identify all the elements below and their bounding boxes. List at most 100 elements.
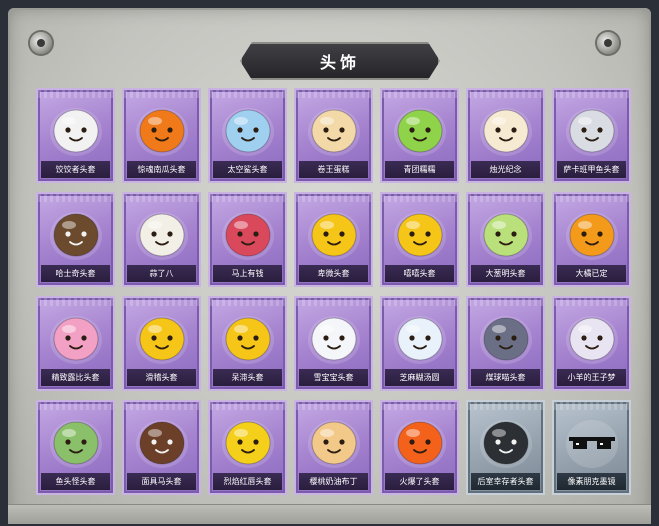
left-corner-ornament-icon: [30, 32, 52, 54]
item-label: 大葱明头套: [485, 269, 526, 278]
yellow-face-head-icon: [307, 212, 360, 260]
item-label: 雪宝宝头套: [313, 373, 354, 382]
item-label-bar: 卷王蛋糕: [299, 161, 368, 178]
item-label-bar: 煤球喵头套: [471, 369, 540, 386]
headwear-item[interactable]: 滑稽头套: [122, 296, 201, 391]
headwear-item[interactable]: 青团糯糯: [380, 88, 459, 183]
snowman-head-icon: [307, 316, 360, 364]
item-label-bar: 青团糯糯: [385, 161, 454, 178]
item-label-bar: 饺饺者头套: [41, 161, 110, 178]
item-label-bar: 烛光纪念: [471, 161, 540, 178]
green-rice-ball-head-icon: [393, 108, 446, 156]
item-label: 大橘已定: [575, 269, 608, 278]
headwear-item[interactable]: 大葱明头套: [466, 192, 545, 287]
fire-head-icon: [393, 420, 446, 468]
right-corner-ornament-icon: [597, 32, 619, 54]
item-label-bar: 像素朋克墨镜: [557, 473, 626, 490]
item-label: 精致露比头套: [51, 373, 100, 382]
item-label: 小羊的王子梦: [567, 373, 616, 382]
headwear-item[interactable]: 小羊的王子梦: [552, 296, 631, 391]
headwear-item[interactable]: 像素朋克墨镜: [552, 400, 631, 495]
headwear-item[interactable]: 嘻嘻头套: [380, 192, 459, 287]
black-cat-head-icon: [479, 316, 532, 364]
headwear-item[interactable]: 哈士奇头套: [36, 192, 115, 287]
item-label: 蒜了八: [149, 269, 174, 278]
grin-face-head-icon: [393, 212, 446, 260]
garlic-head-icon: [135, 212, 188, 260]
item-label: 滑稽头套: [145, 373, 178, 382]
item-label-bar: 卑微头套: [299, 265, 368, 282]
item-label-bar: 滑稽头套: [127, 369, 196, 386]
item-label: 卑微头套: [317, 269, 350, 278]
item-label-bar: 面具马头套: [127, 473, 196, 490]
headwear-item[interactable]: 蒜了八: [122, 192, 201, 287]
item-label: 太空鲨头套: [227, 165, 268, 174]
headwear-item[interactable]: 卑微头套: [294, 192, 373, 287]
item-label: 嘻嘻头套: [403, 269, 436, 278]
pumpkin-head-icon: [135, 108, 188, 156]
item-label-bar: 小羊的王子梦: [557, 369, 626, 386]
item-label-bar: 精致露比头套: [41, 369, 110, 386]
gas-mask-head-icon: [479, 420, 532, 468]
headwear-item[interactable]: 芝麻糊汤圆: [380, 296, 459, 391]
sheep-head-icon: [565, 316, 618, 364]
item-label-bar: 大葱明头套: [471, 265, 540, 282]
item-label: 樱桃奶油布丁: [309, 477, 358, 486]
red-lips-head-icon: [221, 420, 274, 468]
shark-head-icon: [221, 108, 274, 156]
item-label-bar: 惊魂南瓜头套: [127, 161, 196, 178]
headwear-item[interactable]: 马上有钱: [208, 192, 287, 287]
headwear-item[interactable]: 鱼头怪头套: [36, 400, 115, 495]
item-label-bar: 火爆了头套: [385, 473, 454, 490]
item-label: 芝麻糊汤圆: [399, 373, 440, 382]
item-label: 烈焰红唇头套: [223, 477, 272, 486]
headwear-item[interactable]: 呆滞头套: [208, 296, 287, 391]
fish-monster-head-icon: [49, 420, 102, 468]
headwear-item[interactable]: 樱桃奶油布丁: [294, 400, 373, 495]
blank-face-head-icon: [221, 316, 274, 364]
headwear-item[interactable]: 烛光纪念: [466, 88, 545, 183]
item-label-bar: 烈焰红唇头套: [213, 473, 282, 490]
horse-mask-head-icon: [135, 420, 188, 468]
headwear-item[interactable]: 饺饺者头套: [36, 88, 115, 183]
item-label: 火爆了头套: [399, 477, 440, 486]
horse-head-icon: [221, 212, 274, 260]
item-label: 马上有钱: [231, 269, 264, 278]
item-label: 哈士奇头套: [55, 269, 96, 278]
pink-bear-head-icon: [49, 316, 102, 364]
headwear-item[interactable]: 卷王蛋糕: [294, 88, 373, 183]
title-plate: 头饰: [240, 42, 440, 80]
headwear-item[interactable]: 面具马头套: [122, 400, 201, 495]
headwear-item[interactable]: 精致露比头套: [36, 296, 115, 391]
item-label-bar: 萨卡班甲鱼头套: [557, 161, 626, 178]
headwear-grid: 饺饺者头套 惊魂南瓜头套 太空鲨头套 卷王蛋糕 青团糯糯 烛光纪念 萨卡班甲鱼头套哈士奇头套…: [36, 88, 631, 495]
candle-head-icon: [479, 108, 532, 156]
headwear-item[interactable]: 火爆了头套: [380, 400, 459, 495]
item-label: 鱼头怪头套: [55, 477, 96, 486]
item-label: 像素朋克墨镜: [567, 477, 616, 486]
item-label: 饺饺者头套: [55, 165, 96, 174]
item-label-bar: 呆滞头套: [213, 369, 282, 386]
glutinous-ball-head-icon: [393, 316, 446, 364]
item-label-bar: 雪宝宝头套: [299, 369, 368, 386]
item-label-bar: 哈士奇头套: [41, 265, 110, 282]
headwear-item[interactable]: 雪宝宝头套: [294, 296, 373, 391]
headwear-item[interactable]: 惊魂南瓜头套: [122, 88, 201, 183]
bottom-frame: [8, 504, 651, 524]
item-label-bar: 樱桃奶油布丁: [299, 473, 368, 490]
item-label: 青团糯糯: [403, 165, 436, 174]
headwear-item[interactable]: 后室幸存者头套: [466, 400, 545, 495]
item-label: 后室幸存者头套: [477, 477, 534, 486]
item-label: 呆滞头套: [231, 373, 264, 382]
item-label-bar: 嘻嘻头套: [385, 265, 454, 282]
item-label-bar: 芝麻糊汤圆: [385, 369, 454, 386]
headwear-item[interactable]: 烈焰红唇头套: [208, 400, 287, 495]
item-label: 卷王蛋糕: [317, 165, 350, 174]
headwear-item[interactable]: 太空鲨头套: [208, 88, 287, 183]
item-label-bar: 大橘已定: [557, 265, 626, 282]
orange-head-icon: [565, 212, 618, 260]
husky-head-icon: [49, 212, 102, 260]
headwear-item[interactable]: 萨卡班甲鱼头套: [552, 88, 631, 183]
headwear-item[interactable]: 煤球喵头套: [466, 296, 545, 391]
headwear-item[interactable]: 大橘已定: [552, 192, 631, 287]
